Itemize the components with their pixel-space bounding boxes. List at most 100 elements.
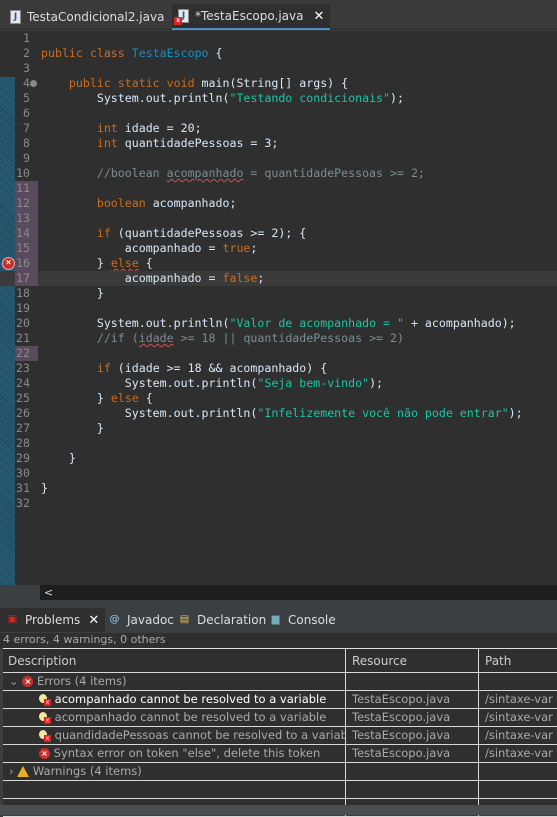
column-description[interactable]: Description <box>3 649 346 673</box>
code-line[interactable]: 14 if (quantidadePessoas >= 2); { <box>0 226 557 241</box>
table-row[interactable]: acompanhado cannot be resolved to a vari… <box>3 709 557 727</box>
code-line[interactable]: 1 <box>0 31 557 46</box>
close-icon[interactable]: ✕ <box>88 613 99 628</box>
code-line[interactable]: 24 System.out.println("Seja bem-vindo"); <box>0 376 557 391</box>
code-line[interactable]: 7 int idade = 20; <box>0 121 557 136</box>
fold-toggle-icon[interactable] <box>30 80 37 87</box>
code-line[interactable]: 29 } <box>0 451 557 466</box>
status-bar <box>0 805 557 815</box>
description-text: quandidadePessoas cannot be resolved to … <box>51 728 346 742</box>
tab-testaescopo[interactable]: Jx *TestaEscopo.java ✕ <box>172 4 331 30</box>
chevron-right-icon[interactable]: › <box>9 764 17 778</box>
code-token: true <box>222 241 251 255</box>
code-line[interactable]: 28 <box>0 436 557 451</box>
table-row[interactable]: × Syntax error on token "else", delete t… <box>3 745 557 763</box>
table-row[interactable]: ⌄ × Errors (4 items) <box>3 673 557 691</box>
code-line[interactable]: 30 <box>0 466 557 481</box>
error-marker-icon[interactable]: × <box>2 257 15 270</box>
code-line[interactable]: 31} <box>0 481 557 496</box>
code-token: main(String[] args) { <box>201 76 349 90</box>
code-line[interactable]: 27 } <box>0 421 557 436</box>
code-text: System.out.println("Valor de acompanhado… <box>41 316 516 331</box>
code-text: public static void main(String[] args) { <box>41 76 348 91</box>
tab-problems[interactable]: ▣ Problems ✕ <box>0 608 106 632</box>
code-text: acompanhado = true; <box>41 241 258 256</box>
code-token: idade = 20; <box>124 121 202 135</box>
chevron-down-icon[interactable]: ⌄ <box>9 674 22 688</box>
code-token: System.out.println( <box>41 376 258 390</box>
code-line[interactable]: 13 <box>0 211 557 226</box>
code-token: System.out.println( <box>41 406 258 420</box>
tab-testacondicional2[interactable]: J TestaCondicional2.java <box>4 4 170 30</box>
table-row[interactable]: quandidadePessoas cannot be resolved to … <box>3 727 557 745</box>
path-cell <box>480 781 557 798</box>
code-token: } <box>41 391 111 405</box>
line-number: 25 <box>16 391 30 405</box>
code-line[interactable]: 2 public class TestaEscopo { <box>0 46 557 61</box>
scroll-left-icon[interactable]: < <box>44 586 53 599</box>
column-resource[interactable]: Resource <box>347 649 479 673</box>
tab-label: Javadoc <box>127 613 174 627</box>
code-line[interactable]: 21 //if (idade >= 18 || quantidadePessoa… <box>0 331 557 346</box>
code-token: if <box>96 361 118 375</box>
line-number: 29 <box>16 451 30 465</box>
line-number: 5 <box>23 91 30 105</box>
line-number: 4 <box>23 76 30 90</box>
line-number: 13 <box>15 211 38 226</box>
quickfix-error-icon <box>39 693 51 706</box>
tab-javadoc[interactable]: @ Javadoc <box>108 608 174 632</box>
code-line[interactable]: 23 if (idade >= 18 && acompanhado) { <box>0 361 557 376</box>
code-token: (quantidadePessoas >= 2); { <box>117 226 307 240</box>
line-number: 19 <box>16 301 30 315</box>
panel-tab-bar: ▣ Problems ✕ @ Javadoc ▤ Declaration ▆ C… <box>0 606 557 633</box>
code-line[interactable]: 16 × } else { <box>0 256 557 271</box>
code-token: acompanhado = <box>41 271 223 285</box>
code-line[interactable]: 15 acompanhado = true; <box>0 241 557 256</box>
code-line[interactable]: 4 public static void main(String[] args)… <box>0 76 557 91</box>
problems-summary: 4 errors, 4 warnings, 0 others <box>0 633 557 648</box>
close-icon[interactable]: ✕ <box>313 9 324 24</box>
code-line[interactable]: 19 <box>0 301 557 316</box>
line-number: 26 <box>16 406 30 420</box>
code-line[interactable]: 9 <box>0 151 557 166</box>
tab-declaration[interactable]: ▤ Declaration <box>178 608 266 632</box>
code-line[interactable]: 20 System.out.println("Valor de acompanh… <box>0 316 557 331</box>
code-line[interactable]: 25 } else { <box>0 391 557 406</box>
column-path[interactable]: Path <box>480 649 557 673</box>
code-line[interactable]: 5 System.out.println("Testando condicion… <box>0 91 557 106</box>
description-cell: acompanhado cannot be resolved to a vari… <box>3 709 346 726</box>
code-editor[interactable]: 1 2 public class TestaEscopo {3 4 public st… <box>0 31 557 585</box>
code-line[interactable]: 32 <box>0 496 557 511</box>
code-line[interactable]: 3 <box>0 61 557 76</box>
declaration-icon: ▤ <box>179 614 190 625</box>
code-token: public static void <box>68 76 202 90</box>
code-text: int quantidadePessoas = 3; <box>41 136 278 151</box>
line-number: 30 <box>16 466 30 480</box>
code-token: boolean <box>96 196 153 210</box>
code-line[interactable]: 11 <box>0 181 557 196</box>
path-cell: /sintaxe-var <box>485 710 553 724</box>
description-cell: acompanhado cannot be resolved to a vari… <box>3 691 346 708</box>
code-line[interactable]: 22 <box>0 346 557 361</box>
code-line[interactable]: 6 <box>0 106 557 121</box>
line-number: 1 <box>23 31 30 45</box>
table-row[interactable]: acompanhado cannot be resolved to a vari… <box>3 691 557 709</box>
error-icon: × <box>39 748 50 759</box>
table-row[interactable]: › Warnings (4 items) <box>3 763 557 781</box>
tab-console[interactable]: ▆ Console <box>269 608 336 632</box>
error-icon: × <box>22 676 34 687</box>
horizontal-scrollbar[interactable]: < <box>40 585 557 600</box>
tab-label: Problems <box>25 613 81 627</box>
code-line[interactable]: 8 int quantidadePessoas = 3; <box>0 136 557 151</box>
code-token: System.out.println( <box>41 316 230 330</box>
code-line[interactable]: 12 boolean acompanhado; <box>0 196 557 211</box>
code-line[interactable]: 18 } <box>0 286 557 301</box>
table-row[interactable] <box>3 781 557 799</box>
line-number: 7 <box>23 121 30 135</box>
code-line[interactable]: 10 //boolean acompanhado = quantidadePes… <box>0 166 557 181</box>
line-number: 15 <box>15 241 38 256</box>
code-line[interactable]: 17 acompanhado = false; <box>0 271 557 286</box>
code-line[interactable]: 26 System.out.println("Infelizemente voc… <box>0 406 557 421</box>
